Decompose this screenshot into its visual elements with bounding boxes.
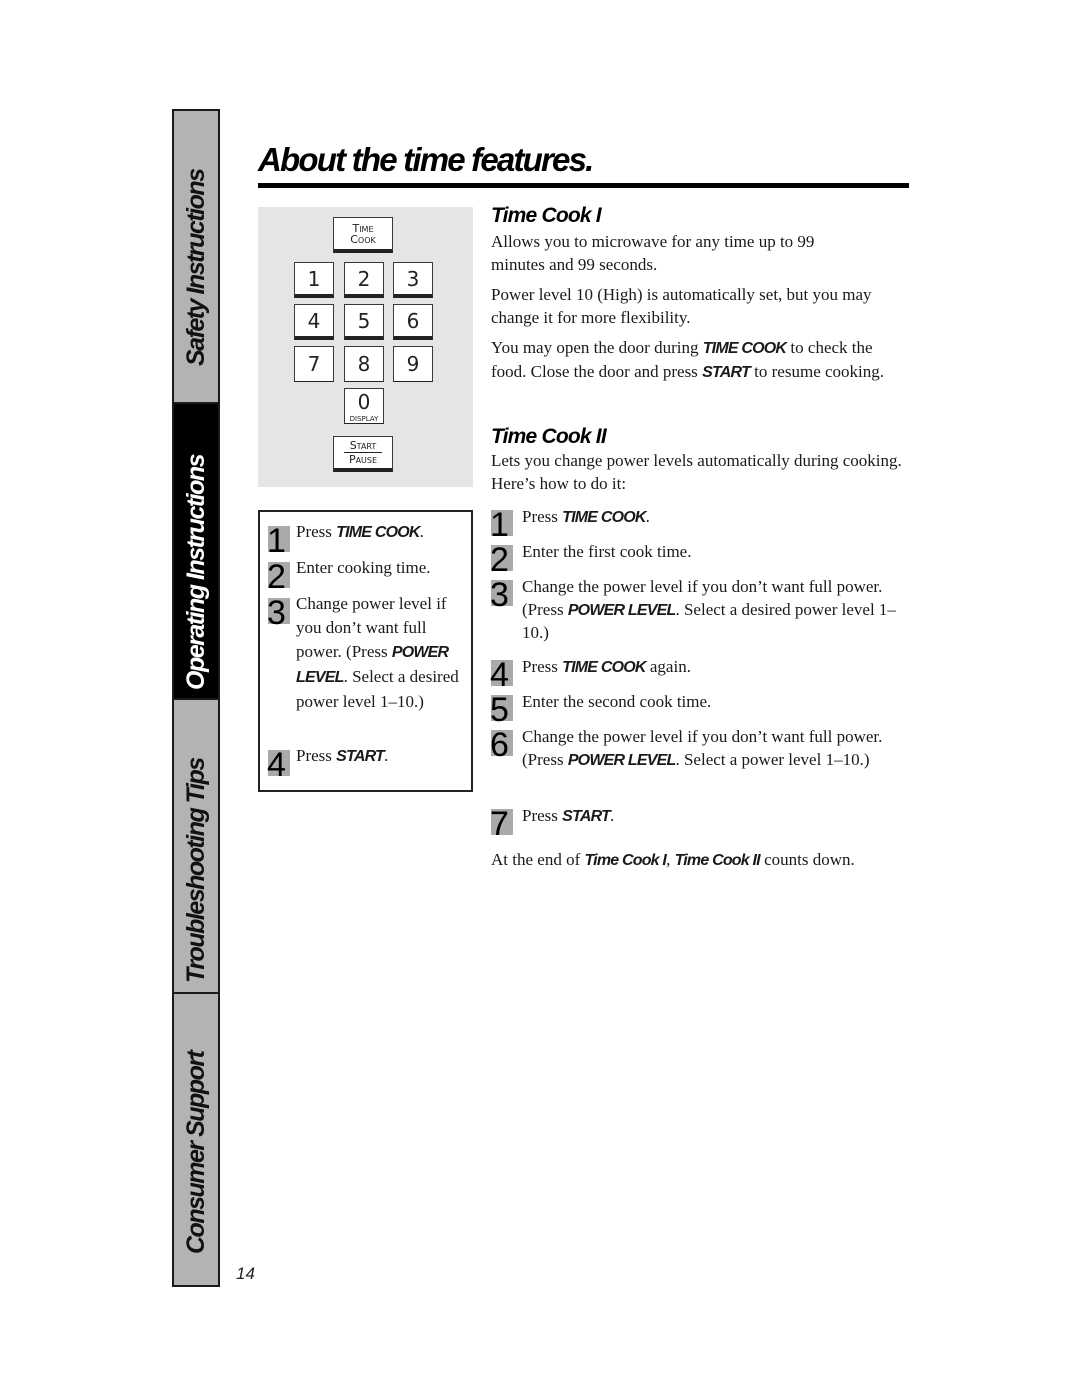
step-text: Enter the first cook time. [522,542,692,561]
key-sublabel: DISPLAY [349,415,379,423]
digit-key-3: 3 [393,262,433,298]
step-number-badge: 2 [267,558,290,596]
start-pause-key: Start Pause [333,436,393,472]
paragraph: Lets you change power levels automatical… [491,451,902,493]
step-4: 4 Press START. [267,744,463,784]
tab-safety-instructions[interactable]: Safety Instructions [174,111,218,404]
step-text: Change the power level if you don’t want… [522,727,883,769]
digit-key-2: 2 [344,262,384,298]
step-number-badge: 5 [490,691,513,729]
key-label-line2: Cook [350,232,376,246]
step-3: 3 Change power level if you don’t want f… [267,592,463,714]
tab-label: Troubleshooting Tips [182,758,210,983]
step-number-badge: 1 [490,506,513,544]
time-cook-key: Time Cook [333,217,393,253]
step-number-badge: 4 [490,656,513,694]
time-cook-1-section: Time Cook I Allows you to microwave for … [491,203,911,384]
digit-key-6: 6 [393,304,433,340]
digit-key-5: 5 [344,304,384,340]
step-7: 7 Press START. [490,805,911,843]
step-text: Enter the second cook time. [522,692,712,711]
tab-label: Operating Instructions [182,454,210,690]
digit-key-0-display: 0 DISPLAY [344,388,384,424]
step-number-badge: 6 [490,726,513,764]
step-5: 5 Enter the second cook time. [490,691,911,729]
step-text: Change the power level if you don’t want… [522,577,896,642]
step-1: 1 Press TIME COOK. [490,506,911,544]
step-text: Press TIME COOK. [522,507,650,526]
step-number-badge: 7 [490,805,513,843]
key-label-line2: Pause [348,453,378,467]
page-title: About the time features. [258,141,594,178]
title-divider [258,183,909,188]
tab-consumer-support[interactable]: Consumer Support [174,994,218,1285]
section-tabs: Safety Instructions Operating Instructio… [172,109,220,1287]
paragraph: You may open the door during TIME COOK t… [491,338,885,381]
step-2: 2 Enter the first cook time. [490,541,911,579]
key-digit: 0 [357,390,371,414]
paragraph: Power level 10 (High) is automatically s… [491,285,872,327]
digit-key-4: 4 [294,304,334,340]
key-label-line1: Start [349,438,377,452]
time-cook-1-steps: 1 Press TIME COOK. 2 Enter cooking time.… [258,510,473,792]
tab-label: Safety Instructions [182,169,210,366]
step-number-badge: 3 [490,576,513,614]
keypad-illustration: Time Cook 1 2 3 4 5 6 7 8 9 0 DISPLAY St… [258,207,473,487]
digit-key-7: 7 [294,346,334,382]
step-1: 1 Press TIME COOK. [267,520,463,560]
step-number-badge: 4 [267,746,290,784]
step-text: Press START. [522,806,615,825]
footer-note: At the end of Time Cook I, Time Cook II … [491,850,855,869]
step-2: 2 Enter cooking time. [267,556,463,596]
step-text: Press TIME COOK again. [522,657,691,676]
step-4: 4 Press TIME COOK again. [490,656,911,694]
step-number-badge: 3 [267,594,290,632]
step-number-badge: 2 [490,541,513,579]
step-3: 3 Change the power level if you don’t wa… [490,576,911,645]
step-text: Change power level if you don’t want ful… [296,594,459,711]
tab-label: Consumer Support [182,1051,210,1254]
key-label-line1: Time [352,221,374,235]
step-text: Press TIME COOK. [296,522,424,541]
section-heading: Time Cook II [491,425,607,448]
section-heading: Time Cook I [491,204,602,227]
step-text: Press START. [296,746,389,765]
digit-key-9: 9 [393,346,433,382]
digit-key-8: 8 [344,346,384,382]
page-number: 14 [236,1264,255,1283]
tab-troubleshooting-tips[interactable]: Troubleshooting Tips [174,700,218,994]
tab-operating-instructions[interactable]: Operating Instructions [174,404,218,700]
paragraph: Allows you to microwave for any time up … [491,232,815,274]
time-cook-2-section: Time Cook II Lets you change power level… [490,424,911,884]
step-text: Enter cooking time. [296,558,431,577]
step-6: 6 Change the power level if you don’t wa… [490,726,911,772]
step-number-badge: 1 [267,522,290,560]
digit-key-1: 1 [294,262,334,298]
